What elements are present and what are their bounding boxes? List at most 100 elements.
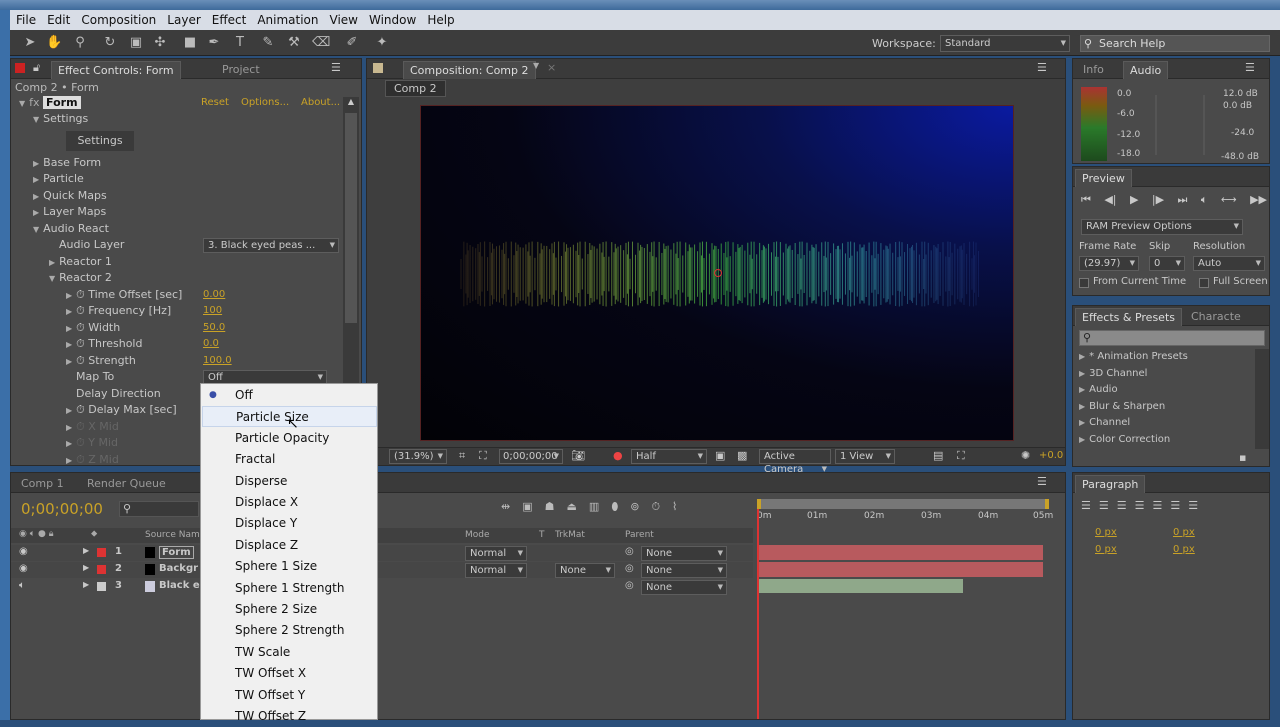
- layer-mode-select[interactable]: Normal: [465, 546, 527, 561]
- effects-item[interactable]: ▶ Blur & Sharpen: [1079, 399, 1165, 415]
- menu-help[interactable]: Help: [421, 13, 459, 27]
- strength-value[interactable]: 100.0: [203, 353, 232, 369]
- menu-item-tw-offset-z[interactable]: TW Offset Z: [202, 706, 377, 727]
- layer-parent-select[interactable]: None: [641, 580, 727, 595]
- pick-whip-icon[interactable]: ◎: [625, 563, 634, 574]
- label-color-swatch[interactable]: [97, 582, 106, 591]
- indent-first-field[interactable]: 0 px: [1095, 544, 1117, 555]
- frame-blending-icon[interactable]: ⏏: [567, 500, 577, 514]
- time-offset-value[interactable]: 0.00: [203, 287, 225, 303]
- layer-name[interactable]: Backgr: [159, 563, 198, 574]
- layer-row[interactable]: ◉ ▶ 1 Form Normal ◎ None: [11, 545, 753, 561]
- lock-icon[interactable]: 🔓︎: [33, 61, 40, 75]
- stopwatch-icon[interactable]: ⏱︎: [76, 304, 85, 317]
- zoom-tool-icon[interactable]: ⚲: [72, 35, 88, 51]
- effects-item[interactable]: ▶ Color Correction: [1079, 432, 1170, 448]
- rotate-tool-icon[interactable]: ↻: [102, 35, 118, 51]
- menu-item-sphere-1-size[interactable]: Sphere 1 Size: [202, 556, 377, 577]
- reset-exposure-icon[interactable]: ✺: [1021, 449, 1030, 462]
- region-of-interest-icon[interactable]: ⌗: [459, 449, 465, 463]
- frame-rate-select[interactable]: (29.97): [1079, 256, 1139, 271]
- tab-info[interactable]: Info: [1077, 61, 1110, 79]
- layer-bar-form[interactable]: [757, 545, 1043, 560]
- clone-tool-icon[interactable]: ⚒: [286, 35, 302, 51]
- stopwatch-icon[interactable]: ⏱︎: [651, 500, 660, 514]
- tab-comp-1[interactable]: Comp 1: [15, 475, 70, 493]
- layer-mode-select[interactable]: Normal: [465, 563, 527, 578]
- group-reactor-1[interactable]: ▶ Reactor 1: [49, 254, 112, 270]
- anchor-point-icon[interactable]: [714, 269, 722, 277]
- reset-link[interactable]: Reset: [201, 95, 229, 111]
- tab-effect-controls[interactable]: Effect Controls: Form: [51, 61, 181, 79]
- puppet-tool-icon[interactable]: ✦: [374, 35, 390, 51]
- layer-parent-select[interactable]: None: [641, 563, 727, 578]
- from-current-time-checkbox[interactable]: [1079, 278, 1089, 288]
- fx-icon[interactable]: fx: [29, 96, 39, 109]
- brainstorm-icon[interactable]: ⬮: [611, 500, 618, 514]
- justify-all-icon[interactable]: ☰: [1188, 499, 1198, 512]
- expand-layer-icon[interactable]: ▶: [83, 563, 89, 572]
- frequency-value[interactable]: 100: [203, 303, 222, 319]
- menu-item-sphere-1-strength[interactable]: Sphere 1 Strength: [202, 578, 377, 599]
- search-help-input[interactable]: ⚲ Search Help: [1080, 35, 1270, 52]
- tab-paragraph[interactable]: Paragraph: [1075, 475, 1146, 493]
- effects-search-input[interactable]: ⚲: [1079, 330, 1265, 346]
- menu-item-tw-offset-y[interactable]: TW Offset Y: [202, 685, 377, 706]
- current-time-indicator[interactable]: [757, 509, 759, 719]
- pick-whip-icon[interactable]: ◎: [625, 580, 634, 591]
- settings-button[interactable]: Settings: [66, 131, 134, 151]
- audio-speaker-icon[interactable]: 🔈︎: [19, 580, 25, 591]
- time-ruler[interactable]: 0m 01m 02m 03m 04m 05m: [757, 511, 1053, 527]
- graph-editor-icon[interactable]: ⌇: [672, 500, 677, 514]
- group-base-form[interactable]: ▶ Base Form: [33, 155, 101, 171]
- camera-view-select[interactable]: Active Camera: [759, 449, 831, 476]
- pan-behind-tool-icon[interactable]: ✣: [152, 35, 168, 51]
- panel-menu-icon[interactable]: ☰: [1245, 61, 1255, 74]
- hide-shy-layers-icon[interactable]: ☗: [545, 500, 555, 514]
- group-reactor-2[interactable]: ▼ Reactor 2: [49, 270, 112, 286]
- expand-layer-icon[interactable]: ▶: [83, 580, 89, 589]
- group-settings[interactable]: ▼ Settings: [33, 111, 88, 127]
- comp-breadcrumb-button[interactable]: Comp 2: [385, 80, 446, 97]
- pick-whip-icon[interactable]: ◎: [625, 546, 634, 557]
- eraser-tool-icon[interactable]: ⌫: [312, 35, 330, 51]
- layer-row[interactable]: ◉ ▶ 2 Backgr Normal None ◎ None: [11, 562, 753, 578]
- menu-item-displace-y[interactable]: Displace Y: [202, 513, 377, 534]
- new-folder-icon[interactable]: ▪: [1239, 451, 1246, 464]
- flowchart-icon[interactable]: ⛶: [957, 449, 965, 463]
- menu-item-displace-z[interactable]: Displace Z: [202, 535, 377, 556]
- tab-preview[interactable]: Preview: [1075, 169, 1132, 187]
- effect-name[interactable]: Form: [43, 96, 81, 109]
- col-parent[interactable]: Parent: [625, 530, 654, 540]
- stopwatch-icon[interactable]: ⏱︎: [76, 354, 85, 367]
- tab-audio[interactable]: Audio: [1123, 61, 1169, 79]
- menu-item-off[interactable]: Off: [202, 385, 377, 406]
- menu-item-sphere-2-strength[interactable]: Sphere 2 Strength: [202, 620, 377, 641]
- workspace-select[interactable]: Standard: [940, 35, 1070, 52]
- col-trkmat[interactable]: TrkMat: [555, 530, 585, 540]
- layer-bar-background[interactable]: [757, 562, 1043, 577]
- justify-last-right-icon[interactable]: ☰: [1170, 499, 1180, 512]
- current-time-display[interactable]: 0;00;00;00: [499, 449, 563, 464]
- view-layout-select[interactable]: 1 View: [835, 449, 895, 464]
- menu-animation[interactable]: Animation: [251, 13, 323, 27]
- roto-brush-tool-icon[interactable]: ✐: [344, 35, 360, 51]
- effects-item[interactable]: ▶ Channel: [1079, 415, 1130, 431]
- effects-item[interactable]: ▶ 3D Channel: [1079, 366, 1147, 382]
- options-link[interactable]: Options...: [241, 95, 289, 111]
- scroll-up-icon[interactable]: ▲: [343, 97, 359, 113]
- menu-edit[interactable]: Edit: [41, 13, 75, 27]
- menu-item-disperse[interactable]: Disperse: [202, 471, 377, 492]
- timeline-search-input[interactable]: ⚲: [119, 501, 199, 517]
- width-value[interactable]: 50.0: [203, 320, 225, 336]
- indent-right-field[interactable]: 0 px: [1173, 527, 1195, 538]
- menu-file[interactable]: File: [10, 13, 41, 27]
- col-mode[interactable]: Mode: [465, 530, 490, 540]
- layer-trkmat-select[interactable]: None: [555, 563, 615, 578]
- mute-audio-icon[interactable]: 🔈︎: [1201, 193, 1208, 207]
- first-frame-icon[interactable]: ⏮: [1081, 193, 1091, 207]
- about-link[interactable]: About...: [301, 95, 340, 111]
- visibility-eye-icon[interactable]: ◉: [19, 563, 28, 574]
- comp-viewer-canvas[interactable]: [420, 105, 1014, 441]
- skip-select[interactable]: 0: [1149, 256, 1185, 271]
